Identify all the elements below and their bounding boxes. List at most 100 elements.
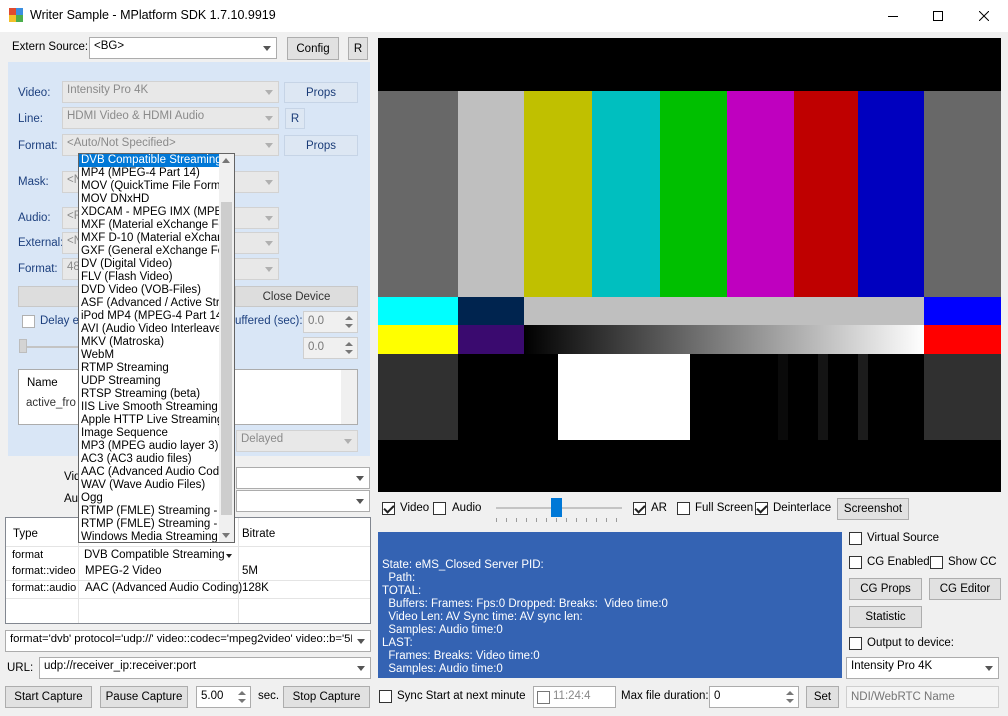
format-dropdown-item[interactable]: MXF D-10 (Material eXchang <box>79 232 220 245</box>
deinterlace-checkbox[interactable] <box>755 502 768 515</box>
format-dropdown-item[interactable]: RTMP (FMLE) Streaming - H <box>79 505 220 518</box>
table-row-audio-value[interactable]: AAC (Advanced Audio Coding) <box>85 582 242 594</box>
max-duration-spin[interactable]: 0 <box>709 686 799 708</box>
show-cc-checkbox[interactable] <box>930 556 943 569</box>
audio-checkbox-label: Audio <box>452 502 482 514</box>
maximize-button[interactable] <box>915 0 961 32</box>
format-dropdown-item[interactable]: WebM <box>79 349 220 362</box>
format-dropdown-item[interactable]: MP4 (MPEG-4 Part 14) <box>79 167 220 180</box>
format-dropdown-item[interactable]: MXF (Material eXchange Form <box>79 219 220 232</box>
capture-seconds-spin[interactable]: 5.00 <box>196 686 251 708</box>
ar-checkbox[interactable] <box>633 502 646 515</box>
delay-slider-thumb[interactable] <box>19 339 27 353</box>
table-row-video-value[interactable]: MPEG-2 Video <box>85 565 162 577</box>
line-value: HDMI Video & HDMI Audio <box>67 110 205 122</box>
format-dropdown-item[interactable]: Image Sequence <box>79 427 220 440</box>
encoder-audio-select[interactable] <box>236 490 370 512</box>
format-dropdown-item[interactable]: MKV (Matroska) <box>79 336 220 349</box>
dropdown-scrollbar[interactable] <box>219 154 234 542</box>
delay-spin[interactable]: 0.0 <box>303 337 358 359</box>
table-divider <box>6 598 370 599</box>
start-time-checkbox[interactable] <box>537 691 550 704</box>
spin-arrows-icon[interactable] <box>341 312 357 332</box>
format-dropdown-item[interactable]: Ogg <box>79 492 220 505</box>
audio-checkbox[interactable] <box>433 502 446 515</box>
delay-spin-value: 0.0 <box>308 341 324 353</box>
start-time-picker[interactable]: 11:24:4 <box>533 686 616 708</box>
delay-enable-checkbox[interactable] <box>22 315 35 328</box>
stop-capture-button[interactable]: Stop Capture <box>283 686 370 708</box>
close-button[interactable] <box>961 0 1007 32</box>
format-dropdown-item[interactable]: FLV (Flash Video) <box>79 271 220 284</box>
format-dropdown-list[interactable]: DVB Compatible Streaming MP4 (MPEG-4 Part… <box>78 153 235 543</box>
name-list-row[interactable]: active_fro <box>26 397 76 409</box>
line-r-button[interactable]: R <box>285 108 305 129</box>
virtual-source-checkbox[interactable] <box>849 532 862 545</box>
video-props-button[interactable]: Props <box>284 82 358 103</box>
url-input[interactable]: udp://receiver_ip:receiver:port <box>39 657 371 679</box>
format-dropdown-item[interactable]: RTMP Streaming <box>79 362 220 375</box>
sec-label: sec. <box>258 690 280 702</box>
format-dropdown-item[interactable]: AAC (Advanced Audio Codec <box>79 466 220 479</box>
minimize-button[interactable] <box>870 0 916 32</box>
format-dropdown-item[interactable]: AC3 (AC3 audio files) <box>79 453 220 466</box>
video-checkbox[interactable] <box>382 502 395 515</box>
format-dropdown-item[interactable]: DV (Digital Video) <box>79 258 220 271</box>
config-button[interactable]: Config <box>287 37 339 60</box>
format-dropdown-item[interactable]: GXF (General eXchange Form <box>79 245 220 258</box>
ndi-name-input[interactable] <box>846 686 999 708</box>
format-dropdown-item[interactable]: DVB Compatible Streaming <box>79 154 220 167</box>
chevron-down-icon <box>265 143 273 148</box>
format-dropdown-item[interactable]: MOV DNxHD <box>79 193 220 206</box>
spin-arrows-icon[interactable] <box>341 338 357 358</box>
cg-props-button[interactable]: CG Props <box>849 578 922 600</box>
source-r-button[interactable]: R <box>348 37 368 60</box>
format-dropdown-item[interactable]: ASF (Advanced / Active Stre <box>79 297 220 310</box>
config-string-input[interactable]: format='dvb' protocol='udp://' video::co… <box>5 630 371 652</box>
scroll-down-icon[interactable] <box>222 533 230 538</box>
format-dropdown-item[interactable]: RTSP Streaming (beta) <box>79 388 220 401</box>
table-row-format-select[interactable]: DVB Compatible Streaming <box>82 547 236 565</box>
format-dropdown-item[interactable]: XDCAM - MPEG IMX (MPEG <box>79 206 220 219</box>
buffered-spin[interactable]: 0.0 <box>303 311 358 333</box>
name-list-scrollbar[interactable] <box>341 370 357 424</box>
cg-enabled-checkbox[interactable] <box>849 556 862 569</box>
sync-start-checkbox[interactable] <box>379 690 392 703</box>
format-dropdown-item[interactable]: UDP Streaming <box>79 375 220 388</box>
scroll-up-icon[interactable] <box>222 158 230 163</box>
video-device-select[interactable]: Intensity Pro 4K <box>62 81 279 103</box>
cg-enabled-label: CG Enabled <box>867 556 930 568</box>
pause-capture-button[interactable]: Pause Capture <box>100 686 188 708</box>
format-dropdown-item[interactable]: iPod MP4 (MPEG-4 Part 14) <box>79 310 220 323</box>
fullscreen-checkbox[interactable] <box>677 502 690 515</box>
format-dropdown-item[interactable]: Apple HTTP Live Streaming <box>79 414 220 427</box>
format-dropdown-item[interactable]: IIS Live Smooth Streaming <box>79 401 220 414</box>
close-device-button[interactable]: Close Device <box>235 286 358 307</box>
format-dropdown-item[interactable]: RTMP (FMLE) Streaming - Vi <box>79 518 220 531</box>
output-device-checkbox[interactable] <box>849 637 862 650</box>
format-dropdown-item[interactable]: AVI (Audio Video Interleaved <box>79 323 220 336</box>
format-dropdown-item[interactable]: DVD Video (VOB-Files) <box>79 284 220 297</box>
format-dropdown-item[interactable]: Windows Media Streaming <box>79 531 220 542</box>
screenshot-button[interactable]: Screenshot <box>837 498 909 520</box>
cg-editor-button[interactable]: CG Editor <box>929 578 1001 600</box>
table-row-audio-bitrate[interactable]: 128K <box>242 582 269 594</box>
spin-arrows-icon[interactable] <box>234 687 250 707</box>
video-preview[interactable] <box>378 38 1001 492</box>
output-device-select[interactable]: Intensity Pro 4K <box>846 657 999 679</box>
format-dropdown-item[interactable]: WAV (Wave Audio Files) <box>79 479 220 492</box>
format-dropdown-item[interactable]: MOV (QuickTime File Format) <box>79 180 220 193</box>
dropdown-scroll-thumb[interactable] <box>221 202 232 515</box>
table-row-video-bitrate[interactable]: 5M <box>242 565 258 577</box>
extern-source-select[interactable]: <BG> <box>89 37 277 59</box>
encoder-video-select[interactable] <box>236 467 370 489</box>
statistic-button[interactable]: Statistic <box>849 606 922 628</box>
format-props-button[interactable]: Props <box>284 135 358 156</box>
volume-slider-thumb[interactable] <box>551 498 563 517</box>
start-capture-button[interactable]: Start Capture <box>5 686 92 708</box>
set-button[interactable]: Set <box>806 686 839 708</box>
format-dropdown-item[interactable]: MP3 (MPEG audio layer 3) <box>79 440 220 453</box>
spin-arrows-icon[interactable] <box>782 687 798 707</box>
delayed-select[interactable]: Delayed <box>236 430 358 452</box>
line-select[interactable]: HDMI Video & HDMI Audio <box>62 107 279 129</box>
